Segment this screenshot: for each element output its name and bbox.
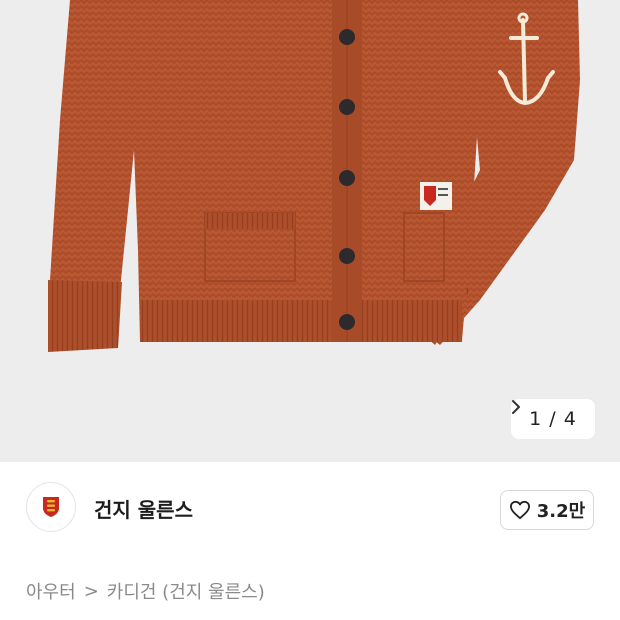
like-count: 3.2만 [536,501,586,522]
cardigan-photo [48,0,580,352]
chevron-right-icon[interactable] [511,399,521,415]
heart-outline-icon [509,500,530,520]
product-image-carousel[interactable]: 1 / 4 [0,0,620,462]
guernsey-shield-icon [43,497,59,517]
breadcrumb: 아우터 > 카디건 (건지 울른스) [26,578,265,604]
brand-name[interactable]: 건지 울른스 [94,494,193,523]
breadcrumb-item-outer[interactable]: 아우터 [26,578,76,604]
breadcrumb-item-cardigan[interactable]: 카디건 (건지 울른스) [107,578,265,604]
brand-logo[interactable] [26,482,76,532]
image-pager[interactable]: 1 / 4 [511,399,595,439]
brand-row: 건지 울른스 3.2만 [0,462,620,562]
pager-count: 1 / 4 [529,408,577,430]
like-button[interactable]: 3.2만 [500,490,594,530]
breadcrumb-separator: > [83,580,99,602]
